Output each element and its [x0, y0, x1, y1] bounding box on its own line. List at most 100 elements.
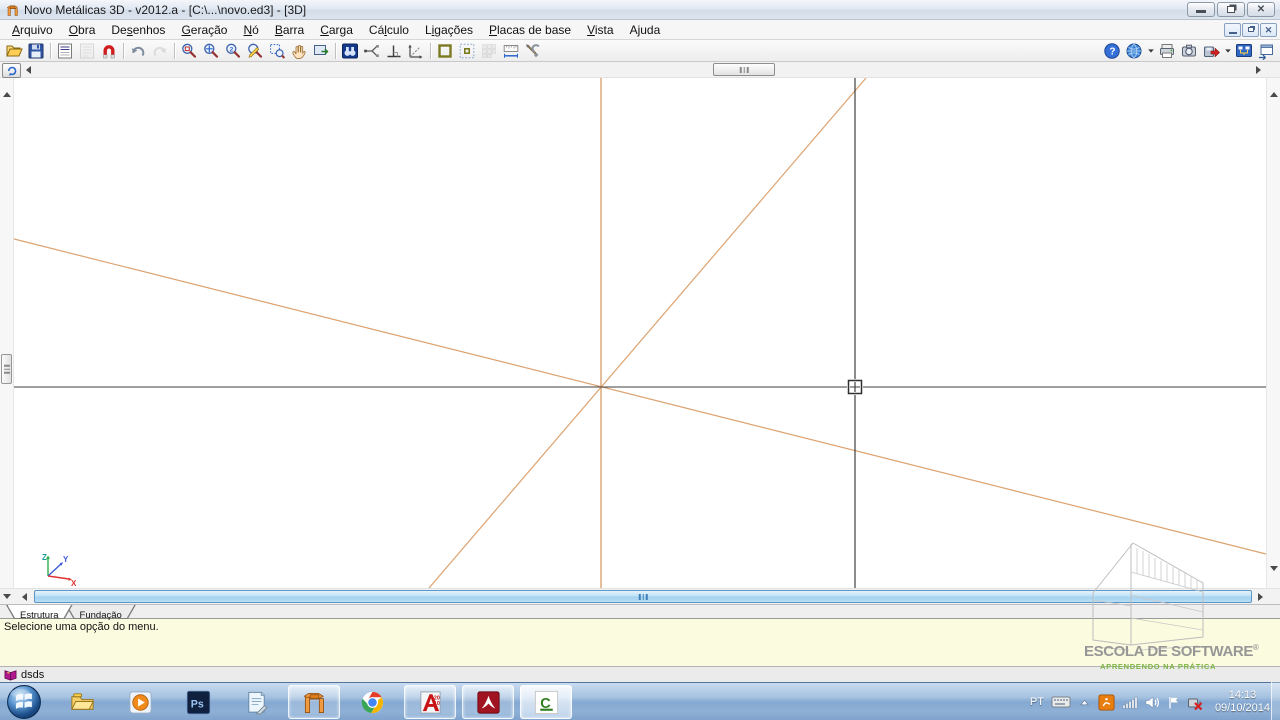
taskbar-explorer-button[interactable]: [56, 685, 108, 719]
device-error-icon[interactable]: [1187, 694, 1204, 710]
selection-square-button[interactable]: [434, 41, 456, 61]
selection-center-button[interactable]: [456, 41, 478, 61]
left-scrollbar[interactable]: [0, 78, 14, 588]
printer-button[interactable]: [1156, 41, 1178, 61]
svg-text:?: ?: [1109, 47, 1115, 58]
title-bar[interactable]: Novo Metálicas 3D - v2012.a - [C:\...\no…: [0, 0, 1280, 20]
node-branch-button[interactable]: [361, 41, 383, 61]
close-button[interactable]: ✕: [1247, 2, 1275, 17]
zoom-select-button[interactable]: [266, 41, 288, 61]
scroll-left-arrow[interactable]: [26, 66, 31, 74]
explorer-icon: [69, 689, 96, 716]
menu-ajuda[interactable]: Ajuda: [622, 21, 669, 39]
volume-icon[interactable]: [1145, 694, 1160, 710]
import-dxf-button[interactable]: [54, 41, 76, 61]
menu-vista[interactable]: Vista: [579, 21, 621, 39]
menu-placas-de-base[interactable]: Placas de base: [481, 21, 579, 39]
full-window-button[interactable]: [310, 41, 332, 61]
measure-button[interactable]: [500, 41, 522, 61]
menu-carga[interactable]: Carga: [312, 21, 361, 39]
chrome-icon: [359, 689, 386, 716]
clock-time: 14:13: [1215, 689, 1270, 702]
menu-no[interactable]: Nó: [235, 21, 266, 39]
camtasia-icon: C: [533, 689, 560, 716]
language-indicator[interactable]: PT: [1030, 696, 1044, 708]
scroll-down-arrow[interactable]: [3, 594, 11, 599]
minimize-button[interactable]: [1187, 2, 1215, 17]
axes-reference-button[interactable]: [405, 41, 427, 61]
tools-button[interactable]: [522, 41, 544, 61]
attach-window-button[interactable]: [1255, 41, 1277, 61]
scroll-down-arrow[interactable]: [1270, 566, 1278, 571]
workspace: Z Y X: [0, 62, 1280, 604]
taskbar-chrome-button[interactable]: [346, 685, 398, 719]
menu-arquivo[interactable]: Arquivo: [4, 21, 61, 39]
rotate-view-button[interactable]: [2, 63, 21, 78]
top-scrollbar-thumb[interactable]: [713, 63, 775, 76]
globe-dropdown[interactable]: [1145, 41, 1156, 61]
menu-ligacoes[interactable]: Ligações: [417, 21, 481, 39]
bottom-scrollbar[interactable]: [0, 588, 1280, 604]
menu-barra[interactable]: Barra: [267, 21, 312, 39]
perpendicular-icon: [385, 42, 403, 60]
help-button[interactable]: ?: [1101, 41, 1123, 61]
mdi-restore-button[interactable]: [1242, 23, 1259, 37]
taskbar-clock[interactable]: 14:13 09/10/2014: [1215, 689, 1270, 715]
mdi-minimize-button[interactable]: [1224, 23, 1241, 37]
show-hidden-icon[interactable]: [1078, 694, 1091, 710]
camera-button[interactable]: [1178, 41, 1200, 61]
zoom-window-button[interactable]: [178, 41, 200, 61]
globe-button[interactable]: [1123, 41, 1145, 61]
restore-button[interactable]: [1217, 2, 1245, 17]
zoom-previous-button[interactable]: 2: [222, 41, 244, 61]
menu-obra[interactable]: Obra: [61, 21, 104, 39]
taskbar-media-player-button[interactable]: [114, 685, 166, 719]
toolbar: 2 ?: [0, 40, 1280, 62]
taskbar-camtasia-button[interactable]: C: [520, 685, 572, 719]
taskbar-autocad-button[interactable]: 2010: [404, 685, 456, 719]
model-canvas-3d[interactable]: Z Y X: [14, 78, 1266, 588]
keyboard-icon[interactable]: [1051, 694, 1071, 710]
right-scrollbar[interactable]: [1266, 78, 1280, 588]
taskbar-notepad-button[interactable]: [230, 685, 282, 719]
scroll-up-arrow[interactable]: [1270, 92, 1278, 97]
scroll-left-arrow[interactable]: [22, 593, 27, 601]
search-binoculars-button[interactable]: [339, 41, 361, 61]
selection-square-icon: [436, 42, 454, 60]
mdi-close-button[interactable]: ✕: [1260, 23, 1277, 37]
taskbar-photoshop-button[interactable]: Ps: [172, 685, 224, 719]
toolbars-config-button[interactable]: [1233, 41, 1255, 61]
bottom-scrollbar-thumb[interactable]: [34, 590, 1252, 603]
start-button[interactable]: [6, 684, 42, 720]
show-desktop-button[interactable]: [1271, 682, 1280, 720]
scroll-up-arrow[interactable]: [3, 92, 11, 97]
top-scrollbar[interactable]: [0, 62, 1280, 78]
layers-dxf-button: [76, 41, 98, 61]
open-button[interactable]: [3, 41, 25, 61]
perpendicular-button[interactable]: [383, 41, 405, 61]
pan-button[interactable]: [288, 41, 310, 61]
redraw-button[interactable]: [244, 41, 266, 61]
scroll-right-arrow[interactable]: [1258, 593, 1263, 601]
tab-estrutura[interactable]: Estrutura: [6, 605, 73, 619]
magnet-button[interactable]: [98, 41, 120, 61]
save-button[interactable]: [25, 41, 47, 61]
axis-triad: Z Y X: [38, 550, 84, 586]
tab-fundacao[interactable]: Fundação: [66, 605, 136, 619]
network-signal-icon[interactable]: [1122, 694, 1138, 710]
menu-geracao[interactable]: Geração: [173, 21, 235, 39]
export-dropdown[interactable]: [1222, 41, 1233, 61]
scroll-right-arrow[interactable]: [1256, 66, 1261, 74]
left-scrollbar-thumb[interactable]: [1, 354, 12, 384]
undo-button[interactable]: [127, 41, 149, 61]
export-button[interactable]: [1200, 41, 1222, 61]
taskbar-adobe-reader-button[interactable]: [462, 685, 514, 719]
action-center-flag-icon[interactable]: [1167, 694, 1180, 710]
taskbar-metalicas-3d-button[interactable]: [288, 685, 340, 719]
menu-calculo[interactable]: Cálculo: [361, 21, 417, 39]
orange-app-icon[interactable]: [1098, 694, 1115, 710]
zoom-all-button[interactable]: [200, 41, 222, 61]
photoshop-icon: Ps: [185, 689, 212, 716]
import-dxf-icon: [56, 42, 74, 60]
menu-desenhos[interactable]: Desenhos: [103, 21, 173, 39]
